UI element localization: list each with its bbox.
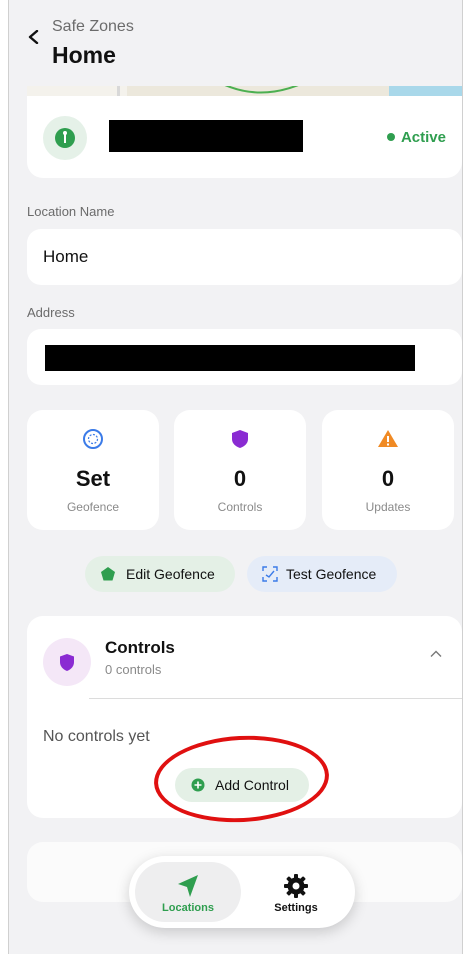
back-chevron-icon[interactable] xyxy=(27,30,41,44)
gear-icon xyxy=(284,874,308,898)
shield-icon xyxy=(232,430,248,448)
tab-locations-label: Locations xyxy=(162,902,214,914)
target-icon xyxy=(83,429,103,449)
page-title: Home xyxy=(52,42,116,68)
divider xyxy=(89,698,462,699)
pentagon-icon xyxy=(101,567,115,581)
warning-icon xyxy=(378,430,398,447)
location-pin-icon xyxy=(55,128,75,148)
bottom-tab-bar: Locations Settings xyxy=(129,856,355,928)
controls-title: Controls xyxy=(105,638,175,657)
top-header: Safe Zones Home xyxy=(9,0,462,86)
stat-controls-caption: Controls xyxy=(217,500,263,514)
controls-count: 0 controls xyxy=(105,662,162,677)
empty-state-text: No controls yet xyxy=(43,728,150,745)
breadcrumb: Safe Zones xyxy=(52,18,134,35)
tab-settings-label: Settings xyxy=(274,902,318,914)
location-name-value: Home xyxy=(43,247,89,266)
redacted-address xyxy=(45,345,415,371)
location-name-label: Location Name xyxy=(27,204,115,219)
navigation-arrow-icon xyxy=(178,875,198,897)
redacted-location-name xyxy=(109,120,303,152)
test-geofence-button[interactable]: Test Geofence xyxy=(247,556,397,592)
address-field[interactable] xyxy=(27,329,462,385)
controls-badge xyxy=(43,638,91,686)
stat-controls: 0 Controls xyxy=(174,410,306,530)
status-dot xyxy=(386,133,395,142)
stat-controls-value: 0 xyxy=(233,466,247,491)
stat-updates: 0 Updates xyxy=(322,410,454,530)
stat-geofence-value: Set xyxy=(75,466,111,491)
location-summary-card: Active xyxy=(27,96,462,178)
edit-geofence-button[interactable]: Edit Geofence xyxy=(85,556,235,592)
stat-updates-value: 0 xyxy=(381,466,395,491)
stat-geofence: Set Geofence xyxy=(27,410,159,530)
status-label: Active xyxy=(400,129,446,146)
tab-settings[interactable]: Settings xyxy=(243,862,349,922)
tab-locations[interactable]: Locations xyxy=(135,862,241,922)
status-badge: Active xyxy=(386,129,446,146)
location-pin-badge xyxy=(43,116,87,160)
shield-icon xyxy=(60,654,74,671)
scan-icon xyxy=(262,566,278,582)
stat-updates-caption: Updates xyxy=(365,500,411,514)
chevron-up-icon[interactable] xyxy=(430,648,442,660)
edit-geofence-label: Edit Geofence xyxy=(126,566,215,582)
test-geofence-label: Test Geofence xyxy=(286,566,377,582)
stat-geofence-caption: Geofence xyxy=(66,500,120,514)
app-screen: Safe Zones Home Active Location Name Hom… xyxy=(8,0,463,954)
location-name-field[interactable]: Home xyxy=(27,229,462,285)
address-label: Address xyxy=(27,305,75,320)
